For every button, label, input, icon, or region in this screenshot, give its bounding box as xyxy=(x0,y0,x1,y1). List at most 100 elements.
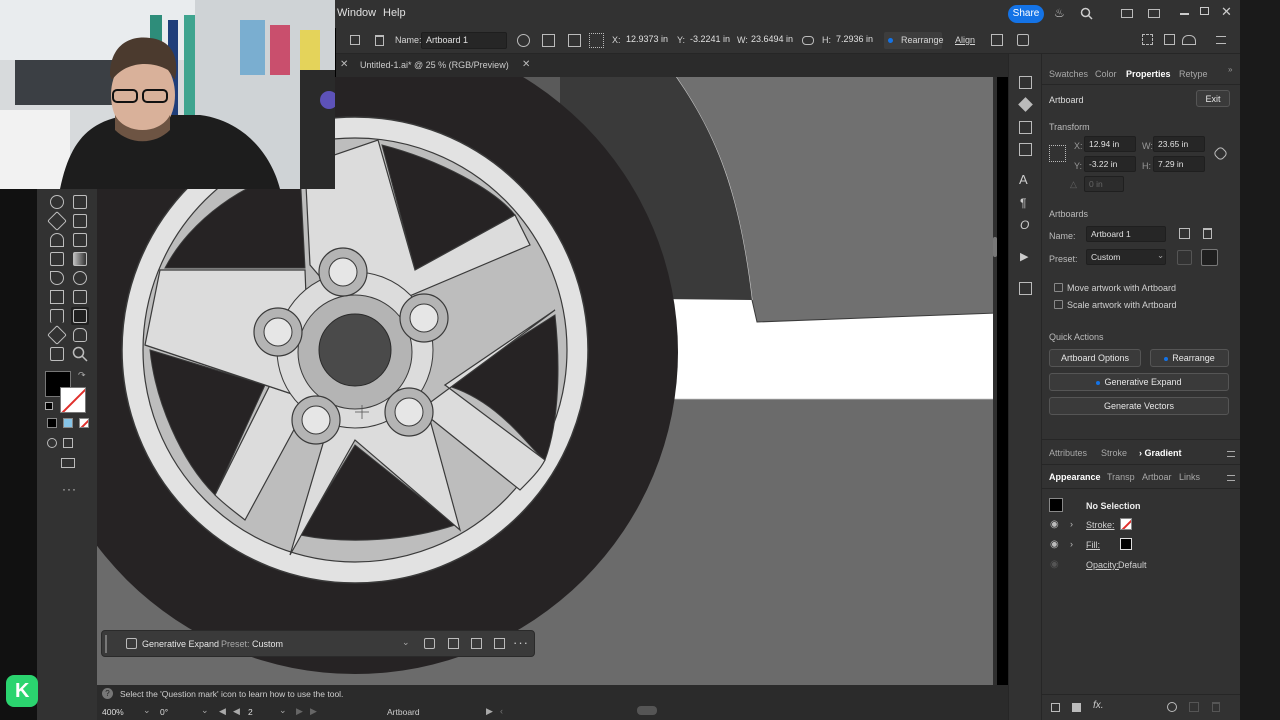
question-mark-icon[interactable]: ? xyxy=(102,688,113,699)
add-artboard-icon[interactable] xyxy=(448,638,459,649)
tab-artboards[interactable]: Artboar xyxy=(1142,472,1172,482)
opacity-label[interactable]: Opacity: xyxy=(1086,560,1119,570)
add-stroke-icon[interactable] xyxy=(1051,703,1060,712)
link-icon[interactable] xyxy=(802,36,814,45)
menu-icon[interactable] xyxy=(1216,36,1226,44)
generative-expand-button[interactable]: Generative Expand xyxy=(1049,373,1229,391)
paragraph-panel-icon[interactable]: ¶ xyxy=(1020,196,1026,210)
generate-vectors-button[interactable]: Generate Vectors xyxy=(1049,397,1229,415)
fx-icon[interactable]: fx. xyxy=(1093,700,1104,711)
angle-chevron-icon[interactable]: ⌄ xyxy=(201,705,209,716)
more-options-icon[interactable]: ··· xyxy=(513,635,529,650)
color-mode-icon[interactable] xyxy=(47,418,57,428)
tab-swatches[interactable]: Swatches xyxy=(1049,69,1088,79)
add-fill-icon[interactable] xyxy=(1072,703,1081,712)
fill-label[interactable]: Fill: xyxy=(1086,540,1100,550)
prev-artboard-icon[interactable]: ◀ xyxy=(233,706,240,717)
libraries-panel-icon[interactable] xyxy=(1019,121,1032,134)
delete-item-icon[interactable] xyxy=(1212,702,1220,712)
collapse-icon[interactable]: » xyxy=(1228,65,1232,74)
rearrange-icon[interactable] xyxy=(424,638,435,649)
rearrange-button[interactable]: Rearrange xyxy=(884,32,944,49)
zoom-chevron-icon[interactable]: ⌄ xyxy=(143,705,151,716)
next-artboard-icon[interactable]: ▶ xyxy=(296,706,303,717)
symbol-sprayer-tool-icon[interactable] xyxy=(50,290,64,304)
draw-behind-icon[interactable] xyxy=(63,438,73,448)
x-input[interactable]: 12.9373 in xyxy=(622,32,668,49)
close-icon[interactable]: ✕ xyxy=(1221,4,1232,20)
rotate-tool-icon[interactable] xyxy=(50,195,64,209)
panel-menu-icon[interactable] xyxy=(1227,451,1235,457)
layers-panel-icon[interactable] xyxy=(1018,97,1033,112)
move-artwork-checkbox[interactable] xyxy=(1054,283,1063,292)
slice-tool-icon[interactable] xyxy=(47,325,67,345)
none-mode-icon[interactable] xyxy=(79,418,89,428)
magnet-icon[interactable] xyxy=(1182,35,1196,45)
eyedropper-tool-icon[interactable] xyxy=(50,271,64,285)
share-button[interactable]: Share xyxy=(1008,5,1044,23)
workspace-icon[interactable] xyxy=(1121,9,1133,18)
free-transform-tool-icon[interactable] xyxy=(73,214,87,228)
preset-dropdown[interactable]: Custom ⌄ xyxy=(248,635,412,653)
fill-eye-icon[interactable]: ◉ xyxy=(1050,539,1059,550)
reference-point-icon[interactable] xyxy=(589,33,604,48)
arrange-docs-icon[interactable] xyxy=(1148,9,1160,18)
tab-close-left-icon[interactable]: ✕ xyxy=(340,59,348,70)
last-artboard-icon[interactable]: ▶ xyxy=(310,706,317,717)
column-graph-tool-icon[interactable] xyxy=(73,290,87,304)
artboard-name-input[interactable]: Artboard 1 xyxy=(421,32,507,49)
tab-color[interactable]: Color xyxy=(1095,69,1117,79)
fill-swatch[interactable] xyxy=(1120,538,1132,550)
swatches-panel-icon[interactable] xyxy=(1019,76,1032,89)
rearrange-button[interactable]: Rearrange xyxy=(1150,349,1229,367)
h-input[interactable]: 7.2936 in xyxy=(832,32,878,49)
rotate-icon[interactable]: △ xyxy=(1070,179,1077,190)
export-artboard-icon[interactable] xyxy=(494,638,505,649)
zoom-tool-icon[interactable] xyxy=(72,346,88,362)
new-artboard-icon[interactable] xyxy=(1179,228,1190,239)
rotate-view[interactable]: 0° xyxy=(160,707,168,717)
horizontal-scroll-thumb[interactable] xyxy=(637,706,657,715)
artboard-options-button[interactable]: Artboard Options xyxy=(1049,349,1141,367)
scroll-left-icon[interactable]: ‹ xyxy=(500,706,503,716)
stroke-chevron-right-icon[interactable]: › xyxy=(1070,519,1073,529)
w-input[interactable]: 23.65 in xyxy=(1153,136,1205,152)
new-artboard-icon[interactable] xyxy=(350,35,360,45)
generative-expand-button[interactable]: Generative Expand xyxy=(142,639,219,649)
tab-transparency[interactable]: Transp xyxy=(1107,472,1135,482)
opentype-panel-icon[interactable]: O xyxy=(1020,218,1029,232)
default-colors-icon[interactable] xyxy=(45,402,53,410)
landscape-icon[interactable] xyxy=(1201,249,1218,266)
draw-normal-icon[interactable] xyxy=(47,438,57,448)
artboard-tool-active[interactable] xyxy=(71,307,89,325)
reference-point-icon[interactable] xyxy=(1049,145,1066,162)
fill-chevron-right-icon[interactable]: › xyxy=(1070,539,1073,549)
more-tools-icon[interactable]: ··· xyxy=(62,482,77,496)
bell-icon[interactable]: ♨ xyxy=(1054,6,1065,20)
scale-artwork-checkbox[interactable] xyxy=(1054,300,1063,309)
artboard-options-icon[interactable] xyxy=(568,34,581,47)
w-input[interactable]: 23.6494 in xyxy=(747,32,797,49)
clear-appearance-icon[interactable] xyxy=(1167,702,1177,712)
h-input[interactable]: 7.29 in xyxy=(1153,156,1205,172)
scale-tool-icon[interactable] xyxy=(73,195,87,209)
vertical-scrollbar[interactable] xyxy=(993,77,997,685)
tab-gradient[interactable]: › Gradient xyxy=(1139,448,1182,458)
actions-panel-icon[interactable]: ▶ xyxy=(1020,250,1028,263)
gradient-tool-icon[interactable] xyxy=(73,252,87,266)
scroll-thumb[interactable] xyxy=(993,237,997,257)
gradient-mode-icon[interactable] xyxy=(63,418,73,428)
first-artboard-icon[interactable]: ◀ xyxy=(219,706,226,717)
constrain-proportions-icon[interactable] xyxy=(1212,145,1229,162)
artboard-number[interactable]: 2 xyxy=(248,707,253,717)
maximize-icon[interactable] xyxy=(1200,7,1209,15)
zoom-level[interactable]: 400% xyxy=(102,707,124,717)
status-menu-icon[interactable]: ▶ xyxy=(486,706,493,717)
align-button[interactable]: Align xyxy=(955,35,975,45)
document-tab[interactable]: Untitled-1.ai* @ 25 % (RGB/Preview) xyxy=(360,60,509,70)
stroke-eye-icon[interactable]: ◉ xyxy=(1050,519,1059,530)
tab-appearance[interactable]: Appearance xyxy=(1049,472,1101,482)
appearance-menu-icon[interactable] xyxy=(1227,475,1235,481)
export-icon[interactable] xyxy=(991,34,1003,46)
y-input[interactable]: -3.22 in xyxy=(1084,156,1136,172)
